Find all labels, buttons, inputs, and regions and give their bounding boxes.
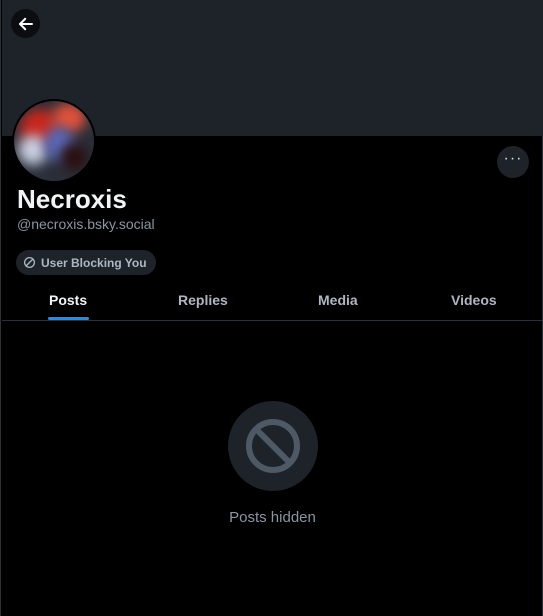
tab-posts[interactable]: Posts (49, 292, 87, 308)
posts-hidden-icon-container (228, 401, 318, 491)
avatar[interactable] (12, 99, 96, 183)
block-icon (23, 256, 36, 269)
profile-handle: @necroxis.bsky.social (17, 216, 155, 232)
arrow-left-icon (18, 17, 33, 30)
ellipsis-icon: ··· (503, 150, 523, 167)
block-label: User Blocking You (41, 255, 147, 270)
display-name: Necroxis (17, 184, 127, 214)
avatar-image-blur (60, 143, 88, 171)
tab-media[interactable]: Media (318, 292, 358, 308)
profile-screen: ··· Necroxis @necroxis.bsky.social User … (0, 0, 543, 616)
active-tab-indicator (48, 317, 89, 320)
posts-hidden-message: Posts hidden (229, 509, 316, 526)
profile-tabs: Posts Replies Media Videos (2, 282, 543, 321)
back-button[interactable] (11, 9, 40, 38)
tab-replies[interactable]: Replies (178, 292, 228, 308)
user-blocking-badge[interactable]: User Blocking You (16, 250, 156, 275)
blocked-circle-icon (246, 419, 300, 473)
more-options-button[interactable]: ··· (497, 146, 529, 178)
tab-videos[interactable]: Videos (451, 292, 497, 308)
